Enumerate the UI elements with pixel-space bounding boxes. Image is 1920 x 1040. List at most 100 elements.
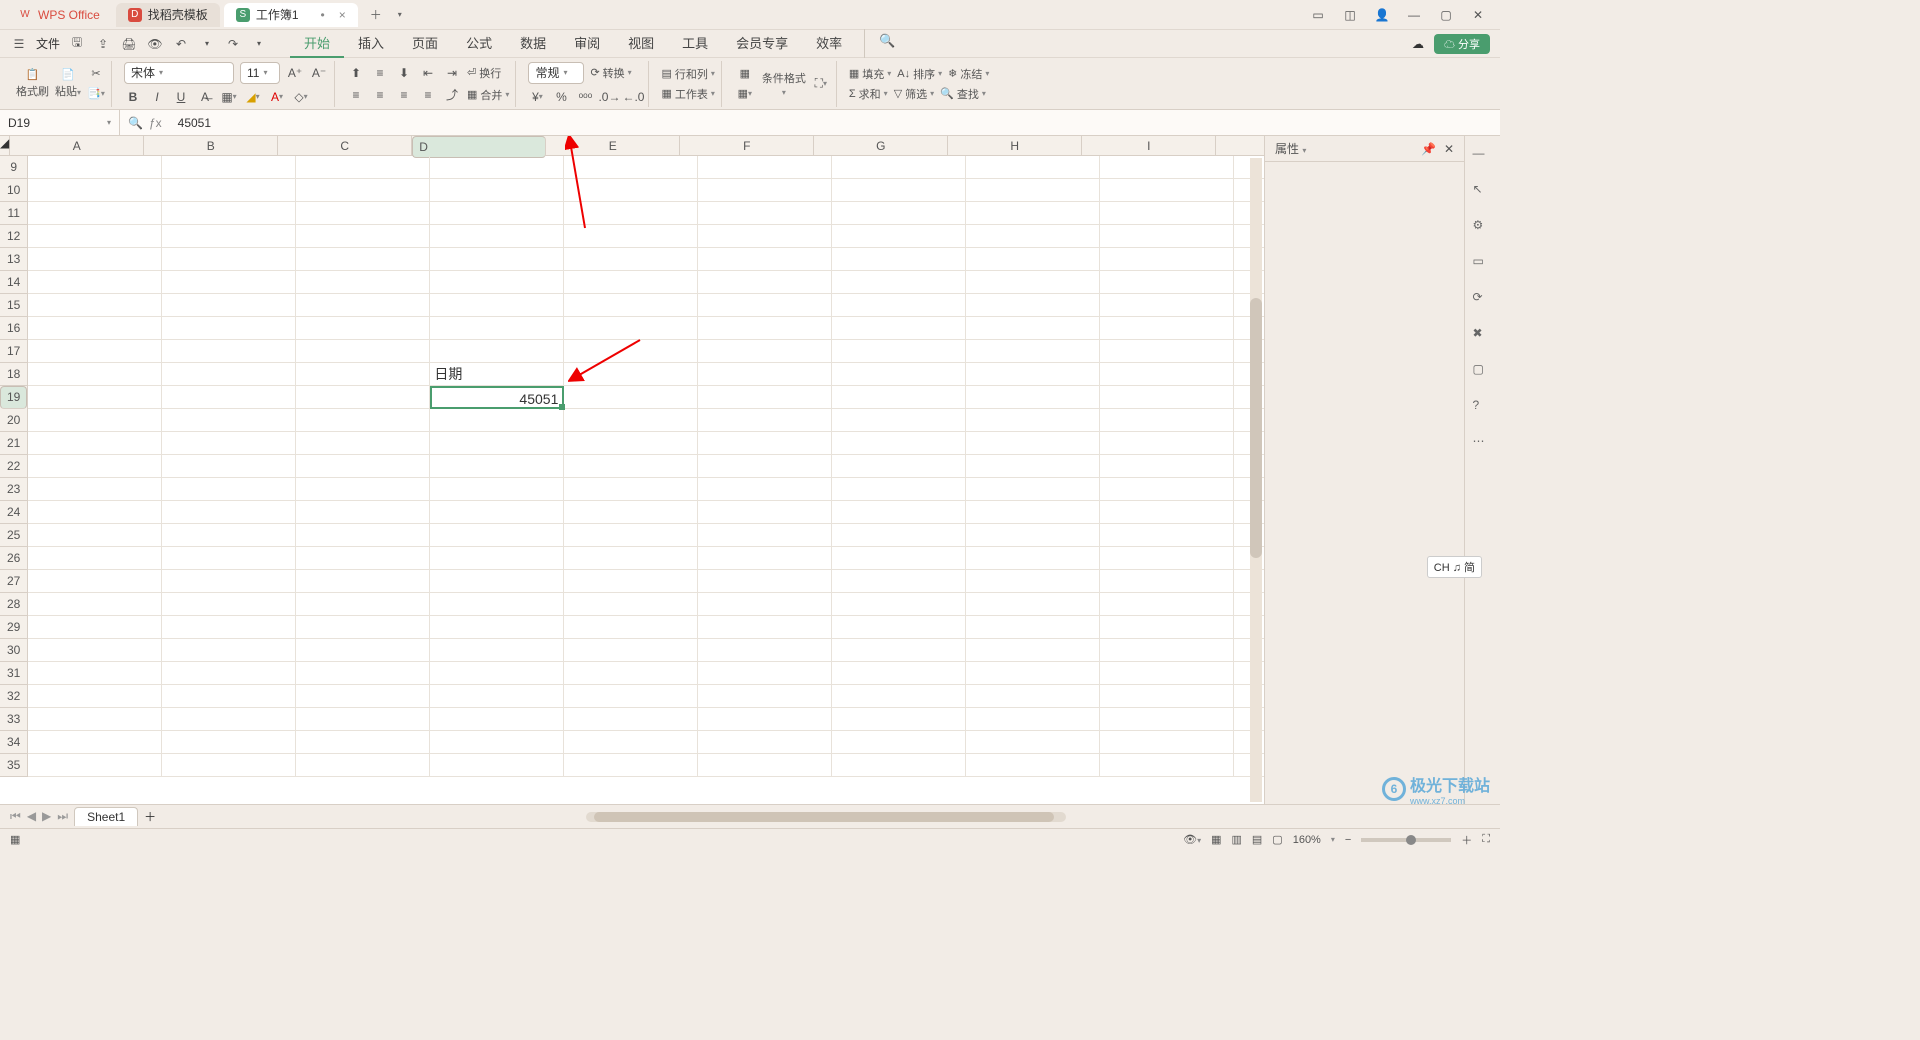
row-header-15[interactable]: 15 [0,294,27,317]
cell-B32[interactable] [162,685,296,708]
cell-E13[interactable] [564,248,698,271]
cell-F29[interactable] [698,616,832,639]
row-header-17[interactable]: 17 [0,340,27,363]
eye-icon[interactable]: 👁▾ [1183,833,1201,846]
cell-A28[interactable] [28,593,162,616]
cell-G14[interactable] [832,271,966,294]
expand-icon[interactable]: ⛶▾ [812,75,830,93]
cell-F22[interactable] [698,455,832,478]
cell-G35[interactable] [832,754,966,777]
cell-F18[interactable] [698,363,832,386]
template-tab[interactable]: D 找稻壳模板 [116,3,220,27]
settings-icon[interactable]: ⚙ [1473,218,1493,238]
cell-G11[interactable] [832,202,966,225]
cell-A35[interactable] [28,754,162,777]
cell-A33[interactable] [28,708,162,731]
cell-E15[interactable] [564,294,698,317]
preview-icon[interactable]: 👁 [146,35,164,53]
zoom-formula-icon[interactable]: 🔍 [128,116,143,130]
file-menu[interactable]: 文件 [36,35,60,52]
row-header-20[interactable]: 20 [0,409,27,432]
cell-F21[interactable] [698,432,832,455]
cell-A23[interactable] [28,478,162,501]
cell-E31[interactable] [564,662,698,685]
document-tab[interactable]: S 工作簿1 • × [224,3,358,27]
vscroll-thumb[interactable] [1250,298,1262,558]
cell-A20[interactable] [28,409,162,432]
cell-H25[interactable] [966,524,1100,547]
wrap-button[interactable]: ⏎ 换行 [467,65,501,81]
row-col-button[interactable]: ▤ 行和列▾ [661,66,714,82]
align-justify-icon[interactable]: ≡ [419,86,437,104]
cell-C15[interactable] [296,294,430,317]
cell-I18[interactable] [1100,363,1234,386]
format-brush-button[interactable]: 📋 格式刷 [16,68,49,99]
dec-decimal-icon[interactable]: ←.0 [624,88,642,106]
cell-D34[interactable] [430,731,564,754]
cell-B26[interactable] [162,547,296,570]
cell-A14[interactable] [28,271,162,294]
cell-I24[interactable] [1100,501,1234,524]
cell-C22[interactable] [296,455,430,478]
cell-C20[interactable] [296,409,430,432]
cell-G29[interactable] [832,616,966,639]
cell-H28[interactable] [966,593,1100,616]
font-decrease-icon[interactable]: A⁻ [310,64,328,82]
row-header-24[interactable]: 24 [0,501,27,524]
cell-C33[interactable] [296,708,430,731]
spreadsheet-grid[interactable]: ◢ ABCDEFGHIJK 91011121314151617181920212… [0,136,1264,804]
paste-button[interactable]: 📄 粘贴▾ [55,68,81,99]
redo-icon[interactable]: ↷ [224,35,242,53]
col-header-C[interactable]: C [278,136,412,155]
cell-B16[interactable] [162,317,296,340]
cell-D22[interactable] [430,455,564,478]
cell-F16[interactable] [698,317,832,340]
cell-I23[interactable] [1100,478,1234,501]
cell-C12[interactable] [296,225,430,248]
redo-menu[interactable]: ▾ [250,35,268,53]
row-header-28[interactable]: 28 [0,593,27,616]
maximize-button[interactable]: ▢ [1438,8,1454,22]
col-header-H[interactable]: H [948,136,1082,155]
cell-D18[interactable]: 日期 [430,363,564,386]
row-header-12[interactable]: 12 [0,225,27,248]
cell-H12[interactable] [966,225,1100,248]
row-header-22[interactable]: 22 [0,455,27,478]
minimize-button[interactable]: ― [1406,8,1422,22]
cell-C32[interactable] [296,685,430,708]
cell-G28[interactable] [832,593,966,616]
cell-B29[interactable] [162,616,296,639]
sheet-nav-first[interactable]: ⏮ [10,809,21,824]
cell-E29[interactable] [564,616,698,639]
cell-D17[interactable] [430,340,564,363]
cell-B19[interactable] [162,386,296,409]
cell-H29[interactable] [966,616,1100,639]
vertical-scrollbar[interactable] [1250,158,1262,802]
cell-I19[interactable] [1100,386,1234,409]
cell-A30[interactable] [28,639,162,662]
cell-C35[interactable] [296,754,430,777]
cursor-icon[interactable]: ↖ [1473,182,1493,202]
view-normal-icon[interactable]: ▦ [1211,833,1221,846]
cell-E32[interactable] [564,685,698,708]
cell-I33[interactable] [1100,708,1234,731]
cell-A32[interactable] [28,685,162,708]
row-header-30[interactable]: 30 [0,639,27,662]
cell-H20[interactable] [966,409,1100,432]
cell-G19[interactable] [832,386,966,409]
cell-H22[interactable] [966,455,1100,478]
tools-icon[interactable]: ✖ [1473,326,1493,346]
cell-D16[interactable] [430,317,564,340]
cell-F17[interactable] [698,340,832,363]
cell-C14[interactable] [296,271,430,294]
cell-B27[interactable] [162,570,296,593]
cell-F26[interactable] [698,547,832,570]
bold-icon[interactable]: B [124,88,142,106]
cell-H9[interactable] [966,156,1100,179]
col-header-F[interactable]: F [680,136,814,155]
cell-G32[interactable] [832,685,966,708]
cell-G22[interactable] [832,455,966,478]
cell-B9[interactable] [162,156,296,179]
row-header-35[interactable]: 35 [0,754,27,777]
menu-tools[interactable]: 工具 [668,29,722,58]
